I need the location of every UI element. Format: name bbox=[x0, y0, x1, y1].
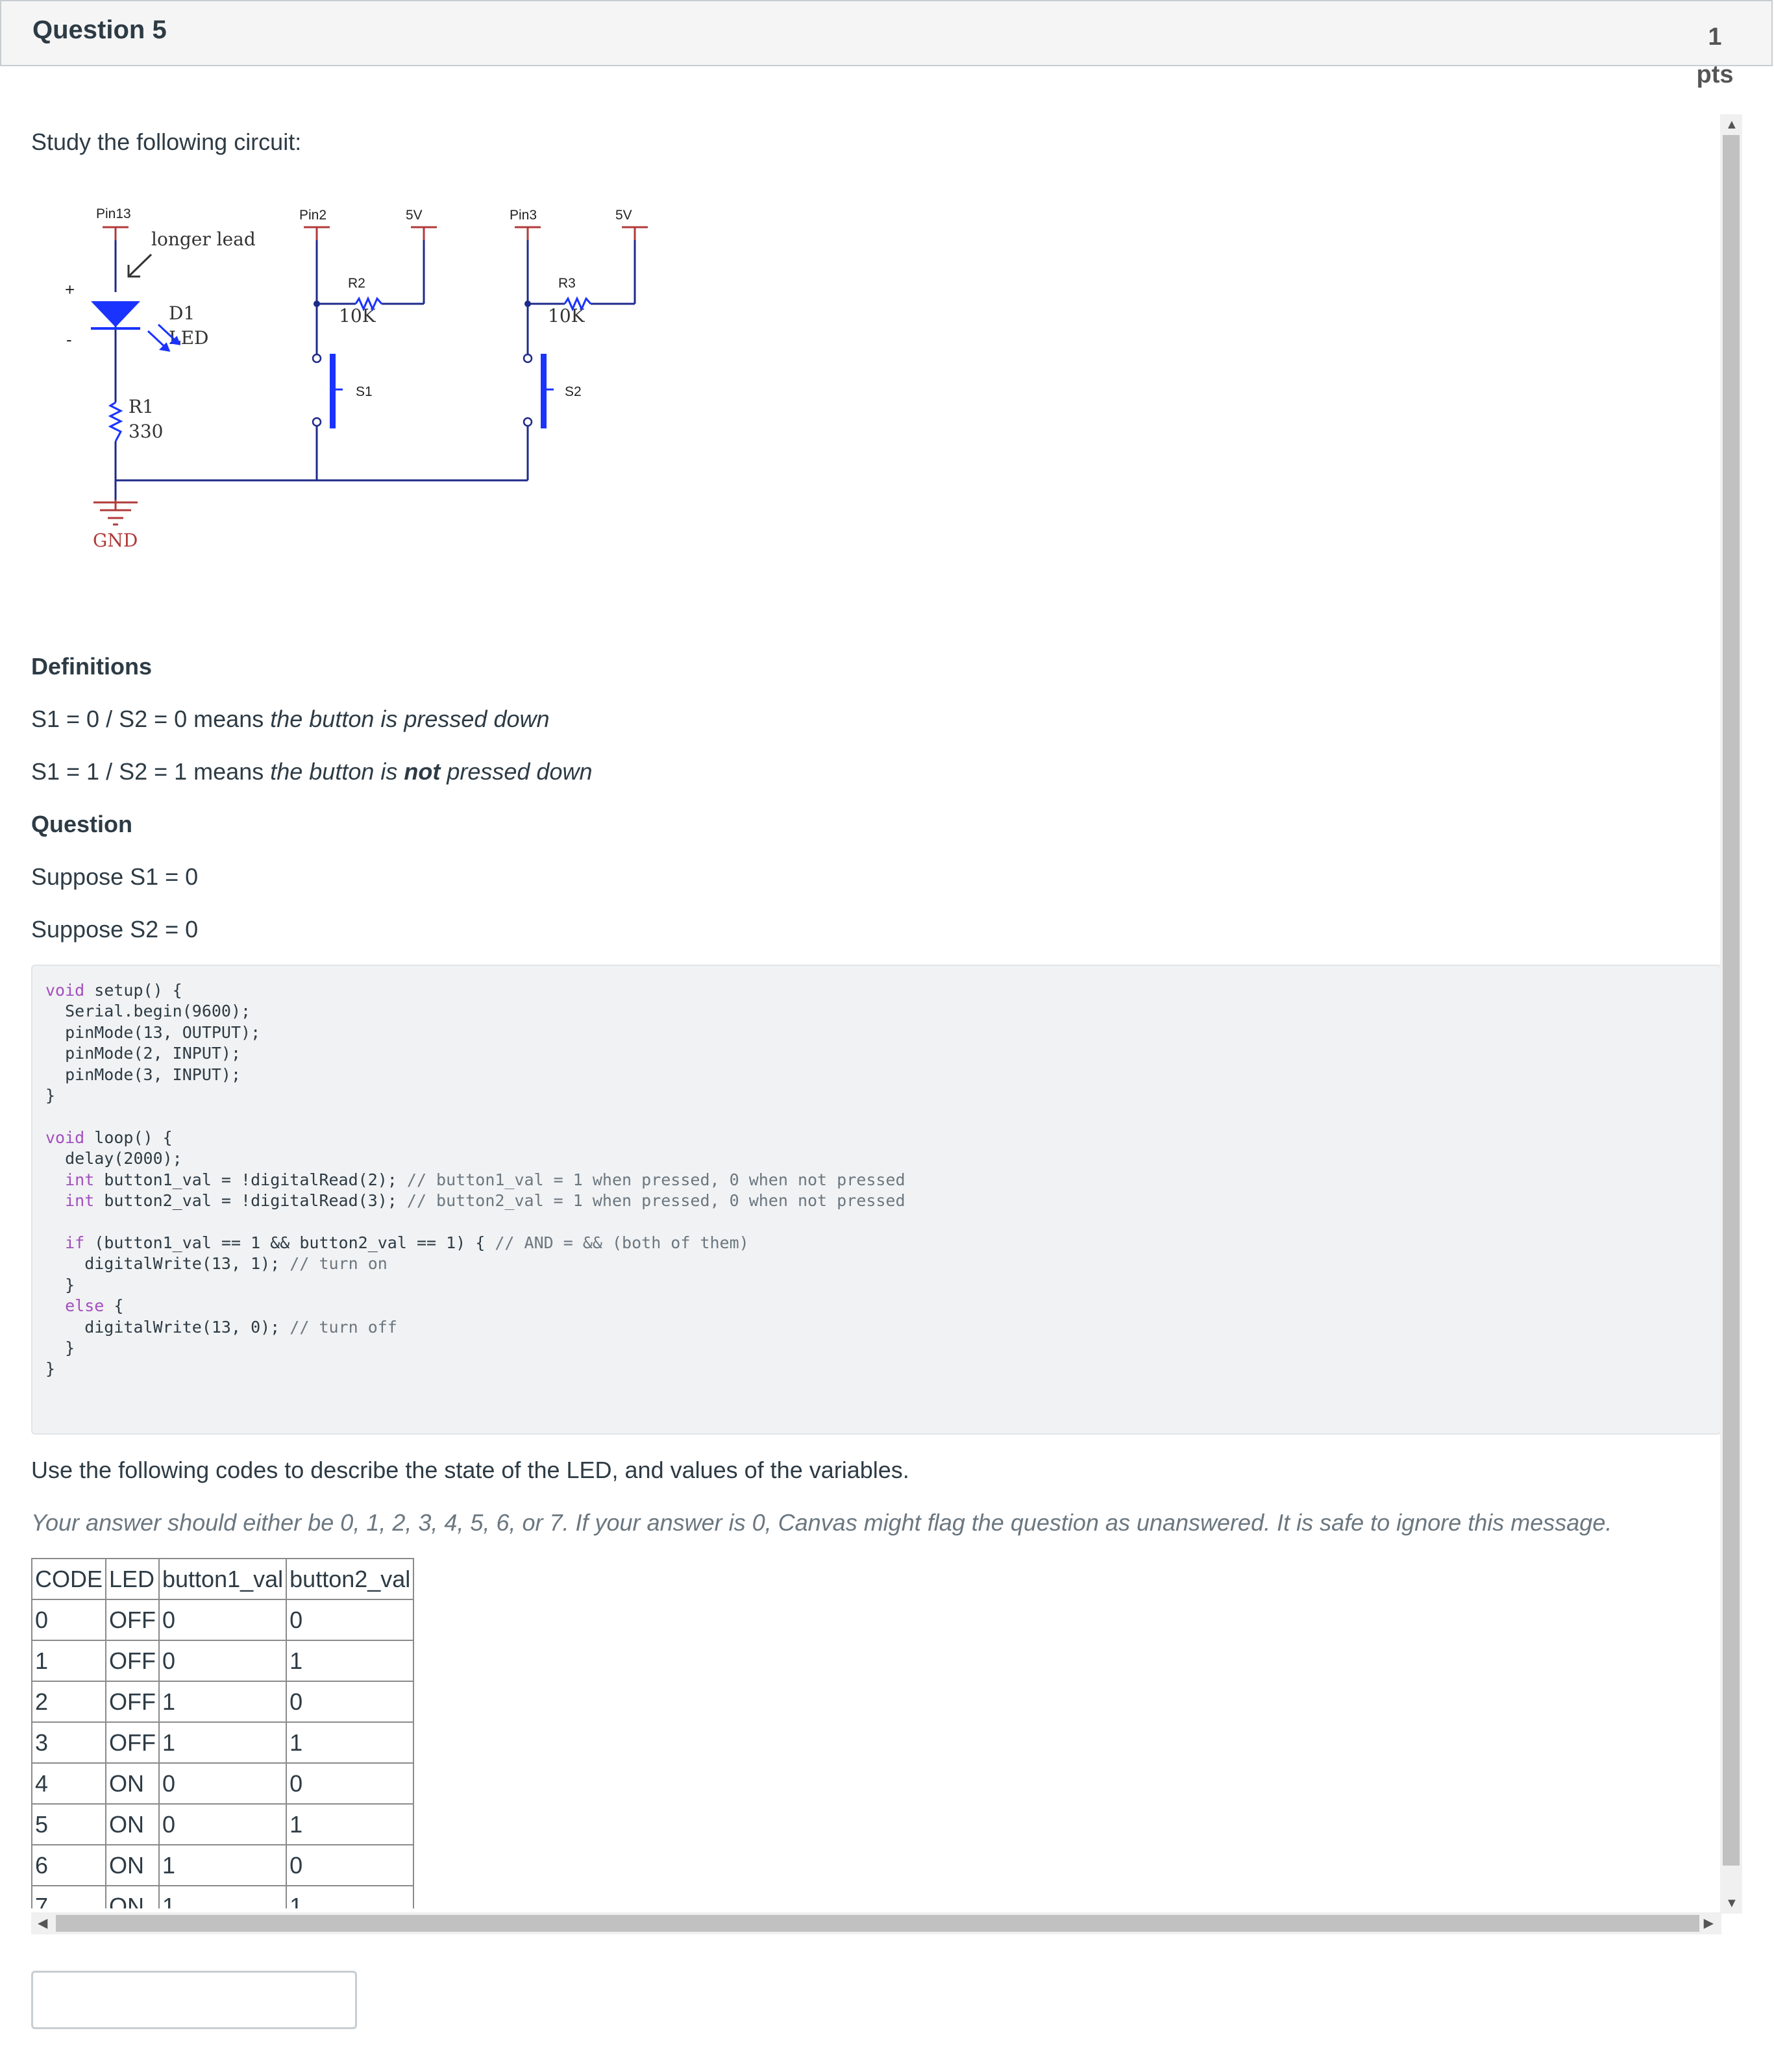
table-cell: 1 bbox=[158, 1681, 288, 1723]
table-cell: 1 bbox=[158, 1844, 288, 1886]
scroll-right-icon[interactable]: ▶ bbox=[1704, 1917, 1714, 1930]
r2-label: R2 bbox=[348, 276, 365, 291]
horizontal-scroll-thumb[interactable] bbox=[56, 1915, 1699, 1932]
vertical-scroll-thumb[interactable] bbox=[1723, 135, 1740, 1866]
table-cell: 0 bbox=[286, 1599, 415, 1641]
table-cell: 1 bbox=[286, 1640, 415, 1682]
r3-label: R3 bbox=[558, 276, 576, 291]
table-row: 4 ON 0 0 bbox=[31, 1762, 415, 1805]
points-value: 1 bbox=[1708, 23, 1722, 51]
table-cell: OFF bbox=[105, 1681, 160, 1723]
circuit-diagram: Pin13 Pin2 5V Pin3 5V R2 R3 S1 S2 + - lo… bbox=[65, 206, 648, 551]
table-cell: 6 bbox=[31, 1844, 107, 1886]
table-row: 6 ON 1 0 bbox=[31, 1844, 415, 1886]
definition-line-1: S1 = 0 / S2 = 0 means the button is pres… bbox=[31, 706, 550, 732]
table-cell: 0 bbox=[158, 1762, 288, 1805]
table-cell: ON bbox=[105, 1844, 160, 1886]
r1-label: R1 bbox=[129, 396, 154, 417]
table-cell: 3 bbox=[31, 1721, 107, 1764]
r2-value: 10K bbox=[339, 305, 376, 327]
table-cell: 1 bbox=[286, 1803, 415, 1845]
note-text: Your answer should either be 0, 1, 2, 3,… bbox=[31, 1509, 1612, 1536]
header-button1: button1_val bbox=[158, 1558, 288, 1600]
d1-label: D1 bbox=[169, 302, 195, 324]
pin2-label: Pin2 bbox=[299, 208, 326, 223]
longer-lead-label: longer lead bbox=[151, 228, 256, 250]
table-row: 7 ON 1 1 bbox=[31, 1885, 415, 1908]
table-cell: 0 bbox=[158, 1599, 288, 1641]
minus-label: - bbox=[66, 330, 72, 349]
scroll-left-icon[interactable]: ◀ bbox=[38, 1917, 47, 1930]
pin3-label: Pin3 bbox=[510, 208, 537, 223]
table-cell: 1 bbox=[286, 1885, 415, 1908]
table-row: 2 OFF 1 0 bbox=[31, 1681, 415, 1723]
5v-label-b: 5V bbox=[615, 208, 632, 223]
question-header: Question 5 1 pts bbox=[0, 0, 1773, 88]
table-cell: 1 bbox=[158, 1885, 288, 1908]
s1-label: S1 bbox=[356, 384, 373, 399]
table-row: 5 ON 0 1 bbox=[31, 1803, 415, 1845]
header-led: LED bbox=[105, 1558, 160, 1600]
table-cell: 0 bbox=[286, 1681, 415, 1723]
table-cell: 4 bbox=[31, 1762, 107, 1805]
gnd-label: GND bbox=[93, 530, 138, 551]
r3-value: 10K bbox=[548, 305, 585, 327]
table-cell: 1 bbox=[158, 1721, 288, 1764]
suppose-s2: Suppose S2 = 0 bbox=[31, 916, 199, 943]
table-cell: ON bbox=[105, 1762, 160, 1805]
table-row: 0 OFF 0 0 bbox=[31, 1599, 415, 1641]
s2-label: S2 bbox=[565, 384, 582, 399]
table-cell: ON bbox=[105, 1885, 160, 1908]
table-cell: 5 bbox=[31, 1803, 107, 1845]
code-text: void setup() { Serial.begin(9600); pinMo… bbox=[45, 981, 905, 1379]
scroll-down-icon[interactable]: ▼ bbox=[1725, 1897, 1738, 1910]
table-cell: 0 bbox=[31, 1599, 107, 1641]
table-row: 3 OFF 1 1 bbox=[31, 1721, 415, 1764]
table-cell: 7 bbox=[31, 1885, 107, 1908]
header-code: CODE bbox=[31, 1558, 107, 1600]
table-cell: 2 bbox=[31, 1681, 107, 1723]
pin13-label: Pin13 bbox=[96, 206, 131, 221]
table-cell: OFF bbox=[105, 1640, 160, 1682]
plus-label: + bbox=[65, 280, 75, 299]
header-button2: button2_val bbox=[286, 1558, 415, 1600]
table-row: 1 OFF 0 1 bbox=[31, 1640, 415, 1682]
intro-text: Study the following circuit: bbox=[31, 129, 302, 155]
table-cell: 0 bbox=[158, 1803, 288, 1845]
question-heading: Question bbox=[31, 811, 133, 837]
codes-table-container[interactable]: CODE LED button1_val button2_val 0 OFF 0 0 1… bbox=[31, 1558, 1719, 1908]
codes-table: CODE LED button1_val button2_val 0 OFF 0 0 1… bbox=[31, 1558, 415, 1908]
answer-input[interactable] bbox=[31, 1971, 357, 2029]
code-block: void setup() { Serial.begin(9600); pinMo… bbox=[31, 965, 1721, 1435]
table-cell: 0 bbox=[286, 1844, 415, 1886]
table-cell: 1 bbox=[31, 1640, 107, 1682]
definitions-heading: Definitions bbox=[31, 653, 152, 680]
vertical-scrollbar[interactable]: ▲ ▼ bbox=[1720, 114, 1742, 1914]
instructions-text: Use the following codes to describe the … bbox=[31, 1457, 909, 1483]
5v-label-a: 5V bbox=[406, 208, 423, 223]
table-cell: ON bbox=[105, 1803, 160, 1845]
suppose-s1: Suppose S1 = 0 bbox=[31, 863, 199, 890]
definition-line-2: S1 = 1 / S2 = 1 means the button is not … bbox=[31, 758, 593, 785]
table-header-row: CODE LED button1_val button2_val bbox=[31, 1558, 415, 1600]
led-label: LED bbox=[169, 327, 208, 349]
points-label: 1 pts bbox=[1692, 18, 1738, 93]
table-cell: 0 bbox=[158, 1640, 288, 1682]
question-title: Question 5 bbox=[32, 16, 167, 44]
scroll-up-icon[interactable]: ▲ bbox=[1725, 118, 1738, 131]
table-cell: OFF bbox=[105, 1721, 160, 1764]
table-cell: OFF bbox=[105, 1599, 160, 1641]
table-cell: 0 bbox=[286, 1762, 415, 1805]
table-cell: 1 bbox=[286, 1721, 415, 1764]
points-unit: pts bbox=[1696, 61, 1734, 88]
horizontal-scrollbar[interactable]: ◀ ▶ bbox=[31, 1912, 1721, 1934]
r1-value: 330 bbox=[129, 421, 163, 442]
